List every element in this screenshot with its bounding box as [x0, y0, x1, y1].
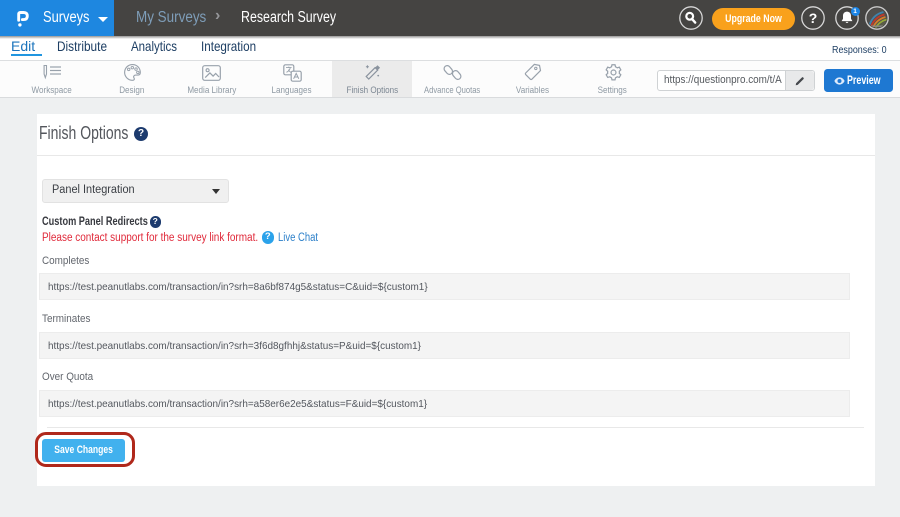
svg-text:?: ?	[809, 10, 818, 26]
